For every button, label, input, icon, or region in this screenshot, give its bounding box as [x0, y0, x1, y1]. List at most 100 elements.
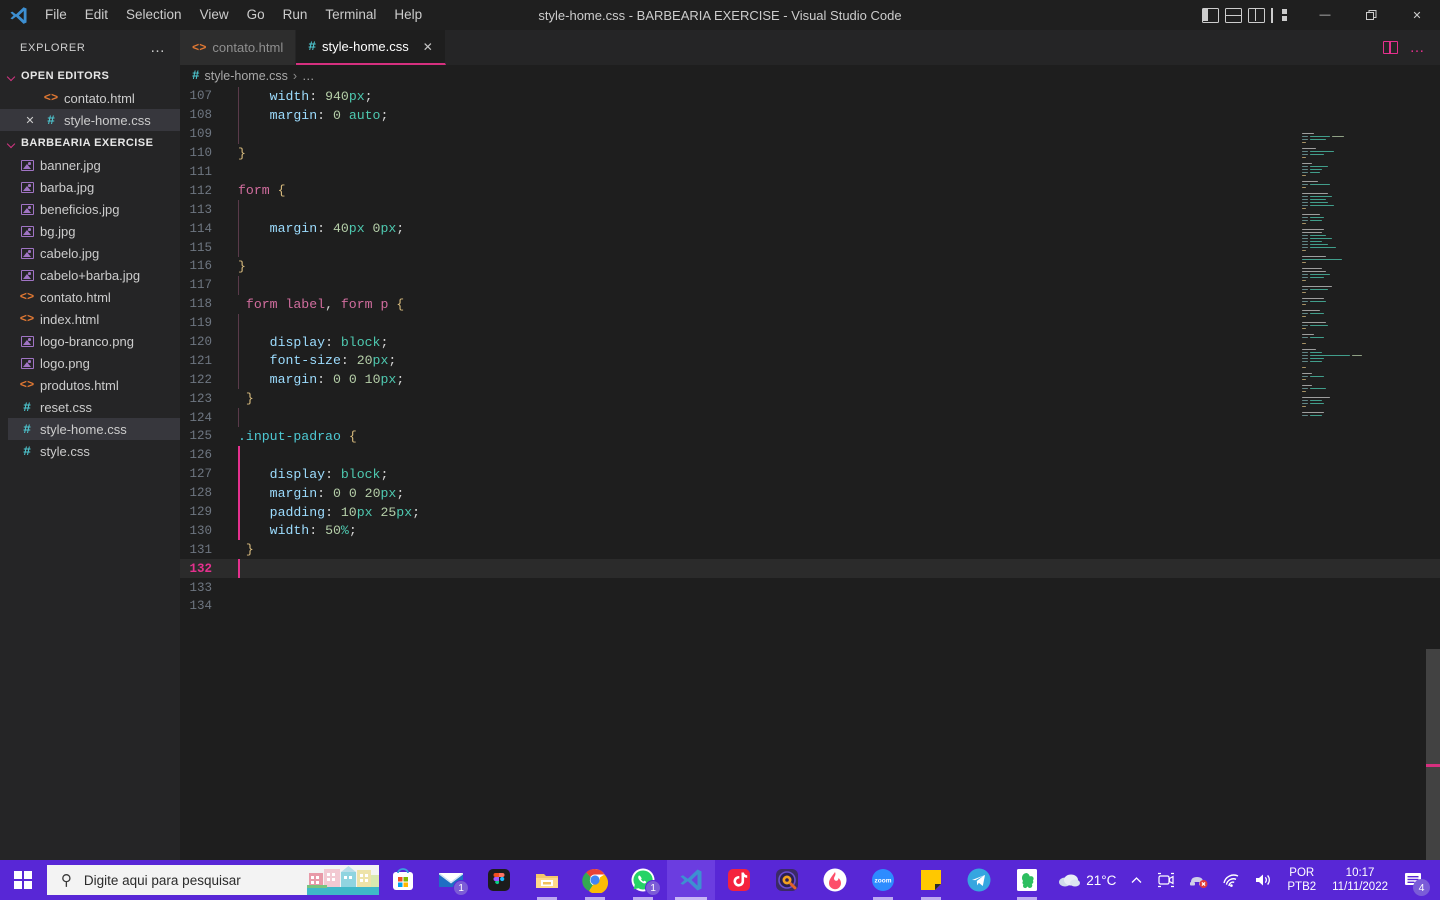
file-item[interactable]: # reset.css — [8, 396, 180, 418]
code-editor[interactable]: 107 width: 940px; 108 margin: 0 auto; 109 1… — [180, 87, 1440, 860]
minimap[interactable] — [1300, 132, 1426, 417]
file-item[interactable]: beneficios.jpg — [8, 198, 180, 220]
taskbar-app-visual-studio-code[interactable] — [667, 860, 716, 900]
wifi-tray-icon[interactable] — [1215, 860, 1247, 900]
file-item[interactable]: barba.jpg — [8, 176, 180, 198]
file-item[interactable]: logo.png — [8, 352, 180, 374]
taskbar-app-microsoft-store[interactable] — [379, 860, 427, 900]
code-line[interactable]: 124 — [180, 408, 1440, 428]
toggle-primary-sidebar-icon[interactable] — [1202, 7, 1219, 23]
code-line[interactable]: 131 } — [180, 540, 1440, 559]
editor-vertical-scrollbar[interactable] — [1426, 144, 1440, 860]
code-line[interactable]: 133 — [180, 578, 1440, 597]
code-line[interactable]: 122 margin: 0 0 10px; — [180, 370, 1440, 390]
code-line[interactable]: 110} — [180, 144, 1440, 163]
code-line[interactable]: 117 — [180, 275, 1440, 295]
code-line-text[interactable]: .input-padrao { — [218, 429, 1440, 444]
taskbar-app-mail[interactable]: 1 — [427, 860, 475, 900]
code-line[interactable]: 134 — [180, 597, 1440, 616]
file-item[interactable]: bg.jpg — [8, 220, 180, 242]
volume-tray-icon[interactable] — [1247, 860, 1279, 900]
taskbar-app-sticky-notes[interactable] — [907, 860, 955, 900]
taskbar-app-whatsapp[interactable]: 1 — [619, 860, 667, 900]
menu-go[interactable]: Go — [238, 4, 274, 26]
scrollbar-thumb[interactable] — [1426, 649, 1440, 860]
taskbar-app-spotify-like[interactable] — [763, 860, 811, 900]
close-tab-icon[interactable]: ✕ — [423, 40, 433, 54]
file-item[interactable]: logo-branco.png — [8, 330, 180, 352]
code-line[interactable]: 114 margin: 40px 0px; — [180, 219, 1440, 239]
code-line-text[interactable]: margin: 0 0 20px; — [218, 486, 1440, 501]
code-line-text[interactable]: width: 50%; — [218, 523, 1440, 538]
notifications-button[interactable]: 4 — [1396, 860, 1434, 900]
taskbar-app-tinder[interactable] — [811, 860, 859, 900]
menu-selection[interactable]: Selection — [117, 4, 191, 26]
taskbar-app-file-explorer[interactable] — [523, 860, 571, 900]
maximize-button[interactable] — [1348, 0, 1394, 30]
weather-widget[interactable]: 21°C — [1051, 860, 1123, 900]
code-line[interactable]: 113 — [180, 200, 1440, 220]
code-line[interactable]: 109 — [180, 124, 1440, 144]
speaker-muted-tray-icon[interactable] — [1182, 860, 1215, 900]
breadcrumb[interactable]: # style-home.css › … — [180, 65, 1440, 87]
close-editor-icon[interactable]: ✕ — [20, 114, 40, 127]
file-item[interactable]: cabelo.jpg — [8, 242, 180, 264]
toggle-panel-icon[interactable] — [1225, 7, 1242, 23]
file-item[interactable]: <> produtos.html — [8, 374, 180, 396]
tab-contato-html[interactable]: <> contato.html — [180, 30, 297, 65]
file-item[interactable]: cabelo+barba.jpg — [8, 264, 180, 286]
code-line[interactable]: 120 display: block; — [180, 332, 1440, 352]
taskbar-app-evernote[interactable] — [1003, 860, 1051, 900]
code-line[interactable]: 130 width: 50%; — [180, 521, 1440, 541]
code-line-text[interactable]: display: block; — [218, 467, 1440, 482]
clock[interactable]: 10:17 11/11/2022 — [1324, 866, 1396, 894]
code-line-text[interactable]: } — [218, 259, 1440, 274]
code-line[interactable]: 123 } — [180, 389, 1440, 408]
taskbar-app-tiktok[interactable] — [715, 860, 763, 900]
code-line-text[interactable]: display: block; — [218, 335, 1440, 350]
code-line[interactable]: 129 padding: 10px 25px; — [180, 502, 1440, 522]
code-line[interactable]: 125 .input-padrao { — [180, 427, 1440, 446]
code-line-text[interactable]: margin: 0 auto; — [218, 108, 1440, 123]
file-item[interactable]: # style-home.css — [8, 418, 180, 440]
menu-terminal[interactable]: Terminal — [316, 4, 385, 26]
code-line-text[interactable]: form label, form p { — [218, 297, 1440, 312]
split-editor-icon[interactable] — [1382, 41, 1398, 54]
language-indicator[interactable]: POR PTB2 — [1279, 866, 1324, 894]
menu-bar[interactable]: File Edit Selection View Go Run Terminal… — [36, 0, 431, 30]
toggle-secondary-sidebar-icon[interactable] — [1248, 7, 1265, 23]
code-line-text[interactable]: form { — [218, 183, 1440, 198]
code-line[interactable]: 121 font-size: 20px; — [180, 351, 1440, 371]
show-hidden-icons-button[interactable] — [1123, 860, 1150, 900]
code-line-text[interactable]: margin: 0 0 10px; — [218, 372, 1440, 387]
code-line[interactable]: 127 display: block; — [180, 464, 1440, 484]
taskbar-app-google-chrome[interactable] — [571, 860, 619, 900]
menu-view[interactable]: View — [191, 4, 238, 26]
file-item[interactable]: <> contato.html — [8, 286, 180, 308]
file-item[interactable]: <> index.html — [8, 308, 180, 330]
taskbar-app-figma[interactable] — [475, 860, 523, 900]
code-line-text[interactable]: } — [218, 542, 1440, 557]
open-editor-contato-html[interactable]: <> contato.html — [0, 87, 180, 109]
explorer-more-actions-icon[interactable]: … — [150, 40, 166, 55]
menu-file[interactable]: File — [36, 4, 76, 26]
menu-edit[interactable]: Edit — [76, 4, 117, 26]
taskbar-app-zoom[interactable]: zoom — [859, 860, 907, 900]
code-line[interactable]: 108 margin: 0 auto; — [180, 105, 1440, 125]
code-line[interactable]: 132 — [180, 559, 1440, 579]
code-line[interactable]: 116} — [180, 257, 1440, 276]
editor-more-actions-icon[interactable]: … — [1410, 40, 1427, 55]
minimize-button[interactable]: — — [1302, 0, 1348, 30]
start-button[interactable] — [0, 860, 47, 900]
code-line-text[interactable]: margin: 40px 0px; — [218, 221, 1440, 236]
menu-help[interactable]: Help — [385, 4, 431, 26]
breadcrumb-file[interactable]: style-home.css — [205, 69, 288, 83]
code-line[interactable]: 126 — [180, 445, 1440, 465]
menu-run[interactable]: Run — [274, 4, 317, 26]
breadcrumb-tail[interactable]: … — [302, 69, 315, 83]
code-line[interactable]: 128 margin: 0 0 20px; — [180, 483, 1440, 503]
code-line[interactable]: 118 form label, form p { — [180, 295, 1440, 314]
code-line-text[interactable]: font-size: 20px; — [218, 353, 1440, 368]
customize-layout-icon[interactable] — [1271, 7, 1288, 23]
close-window-button[interactable]: ✕ — [1394, 0, 1440, 30]
